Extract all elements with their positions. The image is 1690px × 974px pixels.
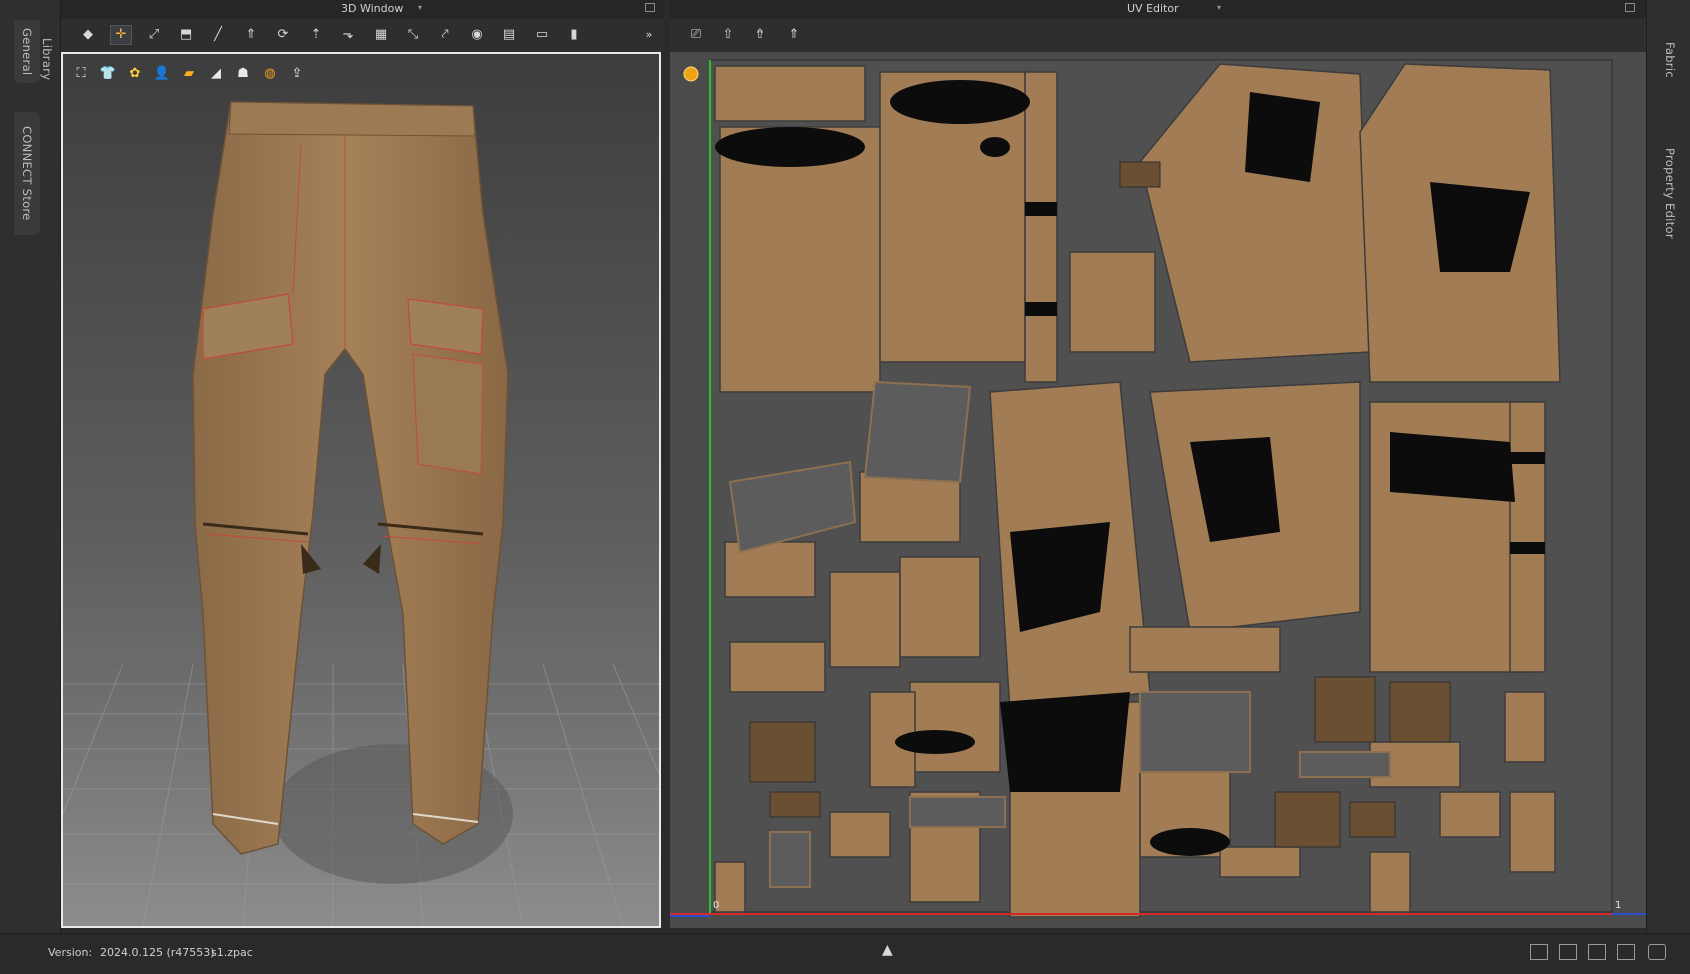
- status-bar: Version: 2024.0.125 (r47553) s1.zpac ▲: [0, 933, 1690, 974]
- uv-snapshot-icon[interactable]: ⎚: [686, 26, 706, 44]
- select-mesh-icon[interactable]: ◆: [78, 26, 98, 44]
- uv-arrange-icon[interactable]: ⇑: [784, 26, 804, 44]
- uv-origin-label: 0: [713, 900, 719, 911]
- window-3d-header: 3D Window ▾: [61, 0, 664, 19]
- tab-property-editor[interactable]: Property Editor: [1663, 148, 1677, 239]
- version-label: Version:: [48, 946, 93, 959]
- measure-icon[interactable]: ⬎: [338, 26, 358, 44]
- uv-editor-title[interactable]: UV Editor: [1127, 2, 1179, 15]
- uv-editor-header: UV Editor ▾: [670, 0, 1646, 19]
- tab-library[interactable]: Library: [40, 38, 54, 80]
- pin-icon[interactable]: ⤤: [435, 26, 455, 44]
- flatten-icon[interactable]: ▭: [532, 26, 552, 44]
- window-3d-title[interactable]: 3D Window: [341, 2, 403, 15]
- edit-stitch-icon[interactable]: ╱: [208, 26, 228, 44]
- export-icon[interactable]: ▮: [564, 26, 584, 44]
- rotate-icon[interactable]: ⟳: [273, 26, 293, 44]
- tab-general[interactable]: General: [14, 20, 40, 84]
- layer-icon[interactable]: ▤: [499, 26, 519, 44]
- version-value: 2024.0.125 (r47553): [100, 946, 215, 959]
- ruler-icon[interactable]: ⤡: [403, 26, 423, 44]
- layout-split-icon[interactable]: [1559, 944, 1577, 960]
- left-side-panel: General Library CONNECT Store: [0, 0, 61, 933]
- uv-layout: 0 1: [670, 59, 1646, 918]
- window-3d-toolbar: ◆ ✛ ⤢ ⬒ ╱ ⇑ ⟳ ⇡ ⬎ ▦ ⤡ ⤤ ◉ ▤ ▭ ▮ »: [61, 18, 664, 53]
- uv-editor-float-icon[interactable]: [1625, 3, 1635, 12]
- avatar-arrange-icon[interactable]: ⇑: [241, 26, 261, 44]
- uv-editor-toolbar: ⎚ ⇧ ⇮ ⇑: [670, 18, 1646, 53]
- window-3d-dropdown-icon[interactable]: ▾: [418, 3, 422, 12]
- grid-icon[interactable]: ▦: [371, 26, 391, 44]
- layout-reset-icon[interactable]: [1648, 944, 1666, 960]
- transform-icon[interactable]: ✛: [110, 25, 132, 45]
- uv-editor-dropdown-icon[interactable]: ▾: [1217, 3, 1221, 12]
- uv-max-label: 1: [1615, 900, 1621, 911]
- uv-editor-canvas[interactable]: 0 1: [670, 52, 1646, 928]
- select-pin-icon[interactable]: ⤢: [144, 26, 164, 44]
- layout-quad-icon[interactable]: [1617, 944, 1635, 960]
- fold-arrange-icon[interactable]: ⬒: [176, 26, 196, 44]
- toolbar-expand-icon[interactable]: »: [643, 26, 655, 44]
- right-side-panel: Fabric Property Editor: [1646, 0, 1690, 933]
- file-name: s1.zpac: [211, 946, 253, 959]
- expand-panel-icon[interactable]: ▲: [882, 942, 893, 958]
- window-3d-float-icon[interactable]: [645, 3, 655, 12]
- uv-pack-icon[interactable]: ⇮: [750, 26, 770, 44]
- layout-single-icon[interactable]: [1530, 944, 1548, 960]
- light-sphere-icon[interactable]: [683, 66, 699, 82]
- viewport-3d[interactable]: ⛶ 👕 ✿ 👤 ▰ ◢ ☗ ◍ ⇪: [61, 52, 661, 928]
- tab-connect-store[interactable]: CONNECT Store: [14, 112, 40, 235]
- layout-three-icon[interactable]: [1588, 944, 1606, 960]
- garment-scene: [63, 101, 659, 926]
- tab-fabric[interactable]: Fabric: [1663, 42, 1677, 78]
- tack-icon[interactable]: ⇡: [306, 26, 326, 44]
- point-icon[interactable]: ◉: [467, 26, 487, 44]
- uv-bake-icon[interactable]: ⇧: [718, 26, 738, 44]
